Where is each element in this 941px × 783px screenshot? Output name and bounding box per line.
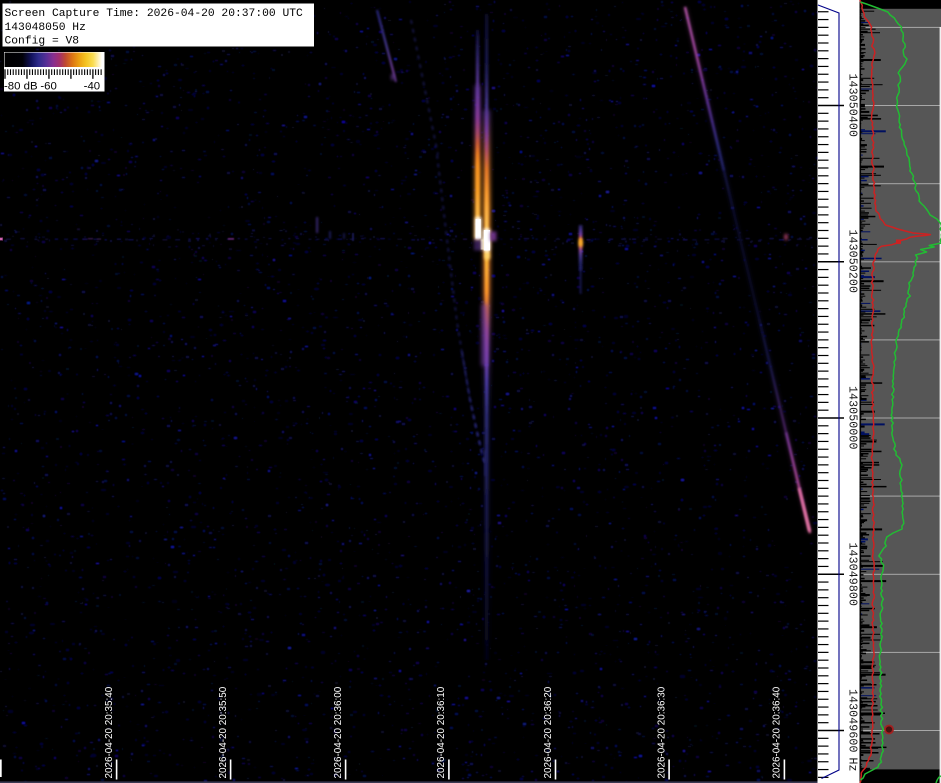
svg-text:Hz: Hz xyxy=(846,758,859,772)
svg-text:2026-04-20 20:35:50: 2026-04-20 20:35:50 xyxy=(218,686,229,778)
svg-text:2026-04-20 20:36:00: 2026-04-20 20:36:00 xyxy=(333,686,344,778)
svg-text:143050200: 143050200 xyxy=(846,230,859,294)
svg-text:2026-04-20 20:36:40: 2026-04-20 20:36:40 xyxy=(772,686,783,778)
svg-text:2026-04-20 20:35:40: 2026-04-20 20:35:40 xyxy=(104,686,115,778)
svg-text:2026-04-20 20:36:20: 2026-04-20 20:36:20 xyxy=(543,686,554,778)
svg-text:2026-04-20 20:36:10: 2026-04-20 20:36:10 xyxy=(436,686,447,778)
svg-text:143050400: 143050400 xyxy=(846,74,859,138)
svg-text:2026-04-20 20:36:30: 2026-04-20 20:36:30 xyxy=(656,686,667,778)
svg-text:143049600: 143049600 xyxy=(846,689,859,753)
svg-text:143049800: 143049800 xyxy=(846,543,859,607)
svg-text:143050000: 143050000 xyxy=(846,386,859,450)
